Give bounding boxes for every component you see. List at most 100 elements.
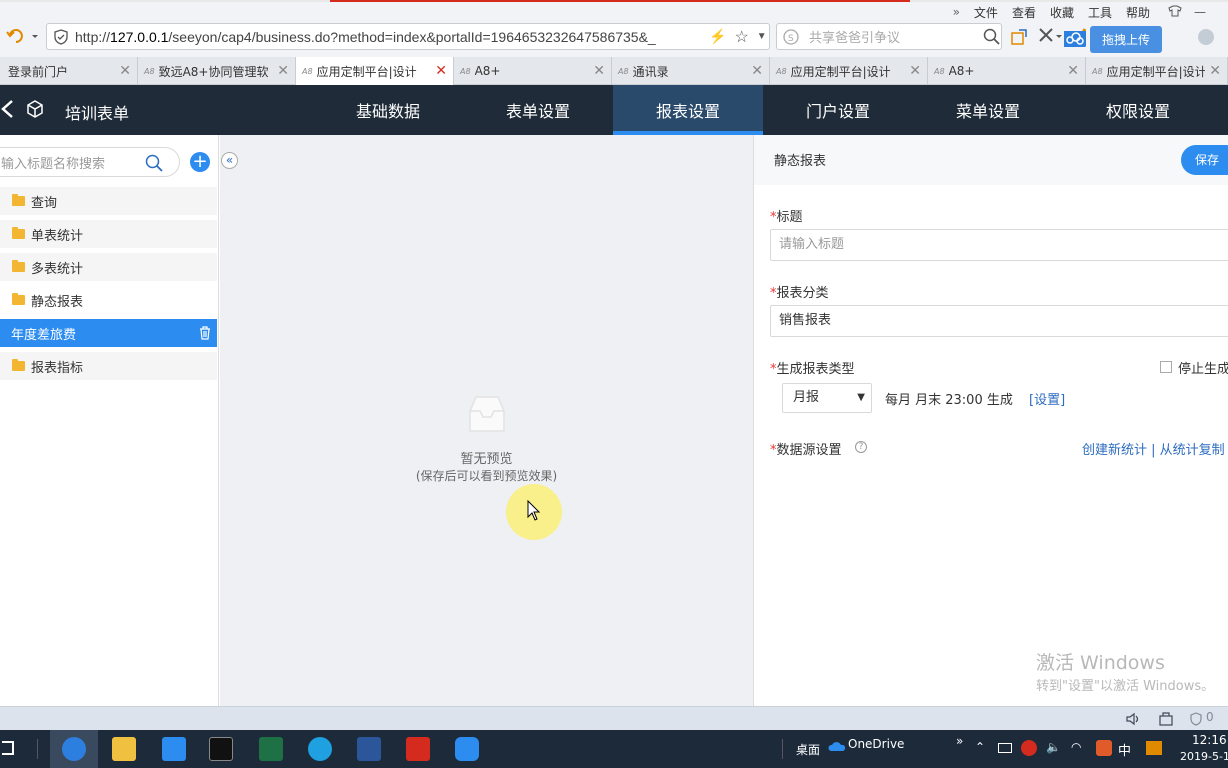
- category-select[interactable]: 销售报表▼: [770, 305, 1228, 337]
- tab-a8-plus-2[interactable]: A8 A8+ ✕: [928, 57, 1086, 85]
- menu-tools[interactable]: 工具: [1088, 4, 1112, 21]
- browser-search-box[interactable]: S 共享爸爸引争议: [776, 23, 1002, 50]
- clock-time[interactable]: 12:16: [1192, 733, 1227, 747]
- add-report-button[interactable]: +: [190, 152, 210, 172]
- stop-generation-label: 停止生成: [1178, 362, 1228, 377]
- close-icon[interactable]: ✕: [435, 63, 447, 79]
- close-icon[interactable]: ✕: [277, 63, 289, 79]
- onedrive-label[interactable]: OneDrive: [848, 737, 904, 751]
- sogou-browser-icon: [62, 737, 86, 761]
- pdf-reader-icon[interactable]: [406, 737, 430, 761]
- sidebar-item-report-indicators[interactable]: 报表指标: [0, 352, 217, 380]
- schedule-settings-link[interactable]: [设置]: [1029, 389, 1065, 408]
- onedrive-cloud-icon[interactable]: [828, 740, 846, 752]
- search-icon[interactable]: [983, 28, 1001, 46]
- terminal-icon[interactable]: [209, 737, 233, 761]
- close-icon[interactable]: ✕: [593, 63, 605, 79]
- menu-favorites[interactable]: 收藏: [1050, 4, 1074, 21]
- browser-tabs: 登录前门户 ✕ A8 致远A8+协同管理软 ✕ A8 应用定制平台|设计 ✕ A8 A8+ ✕…: [0, 57, 1228, 85]
- sidebar-item-single-table-stats[interactable]: 单表统计: [0, 220, 217, 248]
- mouse-cursor-icon: [527, 499, 541, 526]
- title-input[interactable]: 请输入标题: [770, 229, 1228, 261]
- folder-icon: [12, 359, 25, 371]
- more-toolbars-icon[interactable]: »: [956, 734, 963, 748]
- input-tool-icon[interactable]: [1096, 740, 1112, 756]
- address-url[interactable]: http://127.0.0.1/seeyon/cap4/business.do…: [75, 29, 705, 45]
- close-icon[interactable]: ✕: [119, 63, 131, 79]
- datasource-links[interactable]: 创建新统计 | 从统计复制: [1082, 439, 1225, 458]
- qq-browser-icon[interactable]: [308, 737, 332, 761]
- scissors-icon[interactable]: [1038, 27, 1062, 49]
- tab-seeyon-a8[interactable]: A8 致远A8+协同管理软 ✕: [138, 57, 296, 85]
- menu-help[interactable]: 帮助: [1126, 4, 1150, 21]
- star-icon[interactable]: ☆: [734, 27, 748, 47]
- minimize-icon[interactable]: —: [1194, 5, 1206, 19]
- address-bar[interactable]: http://127.0.0.1/seeyon/cap4/business.do…: [46, 23, 770, 50]
- extension-icon[interactable]: [1010, 28, 1028, 50]
- tab-report-settings[interactable]: 报表设置: [613, 85, 763, 135]
- shirt-icon[interactable]: [1168, 5, 1182, 20]
- empty-preview-title: 暂无预览: [460, 452, 513, 467]
- a8-favicon-icon: A8: [1092, 66, 1103, 76]
- battery-icon[interactable]: [998, 743, 1012, 753]
- sidebar-item-static-report[interactable]: 静态报表: [0, 286, 217, 314]
- stop-generation-checkbox[interactable]: [1160, 361, 1172, 373]
- sidebar-item-multi-table-stats[interactable]: 多表统计: [0, 253, 217, 281]
- upload-label: 拖拽上传: [1101, 33, 1150, 47]
- collapse-sidebar-button[interactable]: «: [221, 152, 238, 169]
- tab-portal-settings[interactable]: 门户设置: [763, 85, 913, 135]
- tray-expand-icon[interactable]: ⌃: [975, 740, 985, 754]
- network-icon[interactable]: [1158, 712, 1174, 726]
- baidu-netdisk-icon[interactable]: [455, 737, 479, 761]
- excel-icon[interactable]: [259, 737, 283, 761]
- input-method-indicator[interactable]: 中: [1118, 740, 1131, 759]
- browser-menubar: » 文件 查看 收藏 工具 帮助 —: [953, 2, 1228, 22]
- tab-basic-data[interactable]: 基础数据: [313, 85, 463, 135]
- close-icon[interactable]: ✕: [1067, 63, 1079, 79]
- close-icon[interactable]: ✕: [751, 63, 763, 79]
- gen-type-select[interactable]: 月报 ▼: [782, 383, 872, 413]
- user-avatar-icon[interactable]: [1198, 29, 1214, 45]
- back-arrow-icon[interactable]: [0, 98, 18, 120]
- help-icon[interactable]: ?: [855, 441, 867, 453]
- tab-permission-settings[interactable]: 权限设置: [1063, 85, 1213, 135]
- menu-more-icon[interactable]: »: [953, 5, 960, 19]
- speaker-icon[interactable]: [1126, 712, 1142, 726]
- lightning-icon[interactable]: ⚡: [709, 28, 726, 45]
- notes-app-icon[interactable]: [162, 737, 186, 761]
- save-button[interactable]: 保存: [1181, 145, 1228, 175]
- tab-a8-plus[interactable]: A8 A8+ ✕: [454, 57, 612, 85]
- shield-icon[interactable]: [1190, 712, 1202, 726]
- tab-cap-designer-2[interactable]: A8 应用定制平台|设计 ✕: [770, 57, 928, 85]
- close-icon[interactable]: ✕: [909, 63, 921, 79]
- file-explorer-icon[interactable]: [112, 737, 136, 761]
- sidebar-search-input[interactable]: 输入标题名称搜索: [0, 147, 180, 177]
- tab-cap-designer-3[interactable]: A8 应用定制平台|设计 ✕: [1086, 57, 1228, 85]
- desktop-toolbar-label[interactable]: 桌面: [796, 741, 820, 758]
- taskbar-active-app[interactable]: [50, 730, 98, 768]
- task-view-icon[interactable]: [2, 741, 14, 755]
- folder-icon: [12, 293, 25, 305]
- search-icon[interactable]: [145, 154, 163, 172]
- wifi-icon[interactable]: ◠: [1071, 740, 1081, 754]
- upload-button[interactable]: 拖拽上传: [1064, 26, 1162, 53]
- dropdown-caret-icon[interactable]: ▼: [757, 31, 767, 42]
- menu-view[interactable]: 查看: [1012, 4, 1036, 21]
- security-app-icon[interactable]: [1021, 740, 1037, 756]
- tab-form-settings[interactable]: 表单设置: [463, 85, 613, 135]
- volume-icon[interactable]: 🔈: [1046, 740, 1061, 754]
- sidebar-item-query[interactable]: 查询: [0, 187, 217, 215]
- sidebar-item-annual-travel[interactable]: 年度差旅费: [0, 319, 217, 347]
- tab-login-portal[interactable]: 登录前门户 ✕: [0, 57, 138, 85]
- sidebar-item-label: 静态报表: [31, 294, 84, 310]
- tab-cap-designer-active[interactable]: A8 应用定制平台|设计 ✕: [296, 57, 454, 85]
- close-icon[interactable]: ✕: [1209, 63, 1221, 79]
- menu-file[interactable]: 文件: [974, 4, 998, 21]
- word-icon[interactable]: [357, 737, 381, 761]
- tab-address-book[interactable]: A8 通讯录 ✕: [612, 57, 770, 85]
- trash-icon[interactable]: [198, 326, 212, 340]
- tab-menu-settings[interactable]: 菜单设置: [913, 85, 1063, 135]
- ime-skin-icon[interactable]: [1146, 741, 1162, 755]
- clock-date[interactable]: 2019-5-1: [1180, 750, 1228, 763]
- back-history-button[interactable]: [6, 27, 40, 45]
